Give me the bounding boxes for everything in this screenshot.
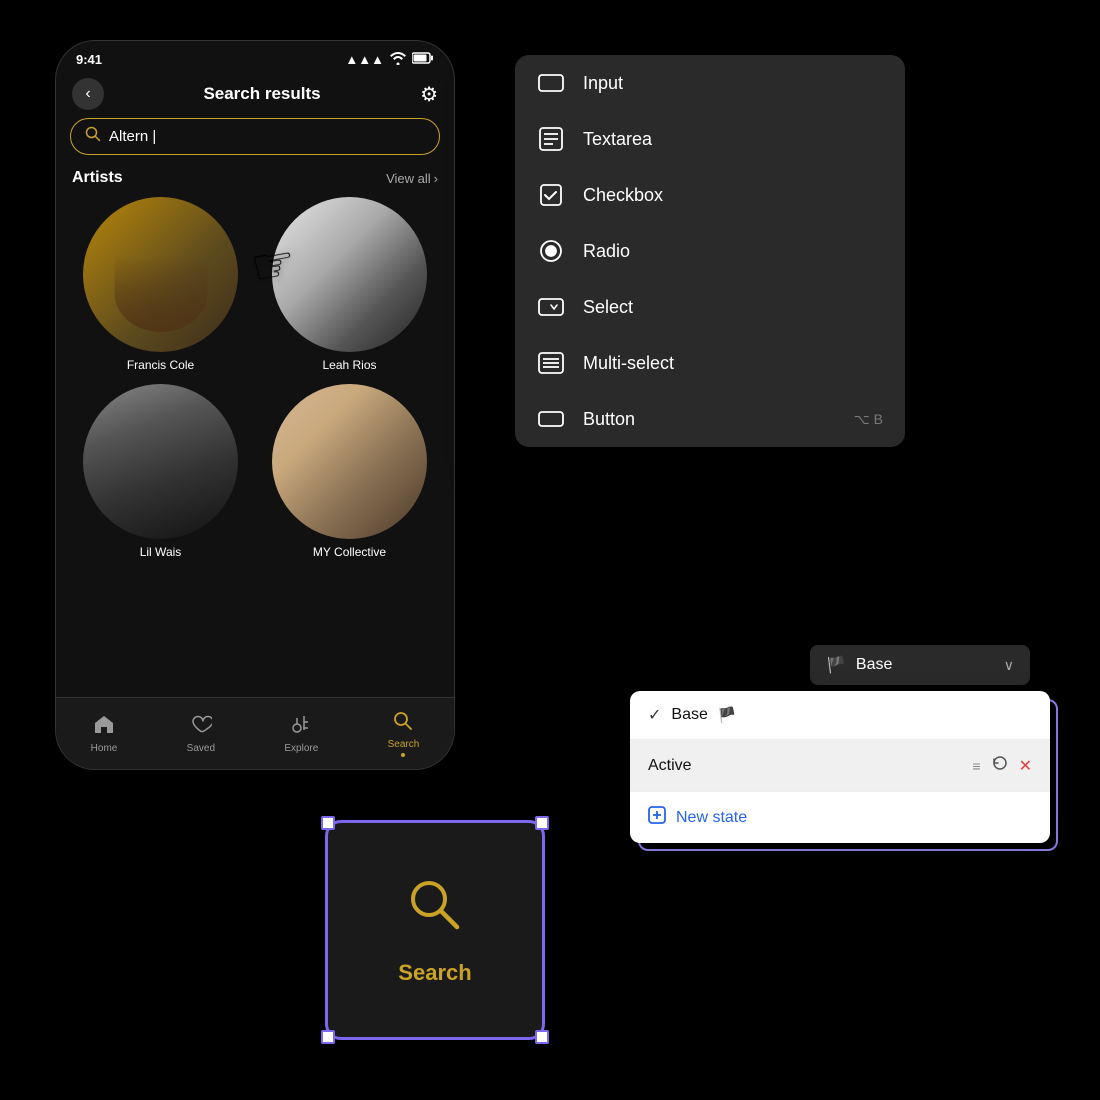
plus-icon (648, 806, 666, 829)
menu-item-input-label: Input (583, 73, 623, 94)
menu-item-radio-label: Radio (583, 241, 630, 262)
flag-state-icon: 🏴 (718, 706, 737, 724)
input-icon (537, 69, 565, 97)
drag-icon[interactable]: ≡ (972, 758, 980, 774)
flag-header-icon: 🏴 (826, 655, 846, 675)
menu-item-textarea-label: Textarea (583, 129, 652, 150)
settings-button[interactable]: ⚙ (420, 82, 438, 107)
menu-item-button[interactable]: Button ⌥ B (515, 391, 905, 447)
state-row-base[interactable]: ✓ Base 🏴 (630, 691, 1050, 740)
resize-handle-tr[interactable] (535, 816, 549, 830)
nav-home[interactable]: Home (91, 714, 118, 754)
menu-item-multiselect[interactable]: Multi-select (515, 335, 905, 391)
menu-item-checkbox[interactable]: Checkbox (515, 167, 905, 223)
resize-handle-tl[interactable] (321, 816, 335, 830)
menu-item-select[interactable]: Select (515, 279, 905, 335)
battery-icon (412, 52, 434, 67)
saved-icon (190, 714, 212, 740)
status-icons: ▲▲▲ (345, 51, 434, 68)
select-icon (537, 293, 565, 321)
button-shortcut: ⌥ B (854, 411, 883, 428)
nav-search-label: Search (388, 739, 420, 750)
search-icon (85, 126, 101, 147)
arrow-icon: › (434, 171, 438, 186)
artist-card-4[interactable]: MY Collective (261, 384, 438, 559)
nav-explore[interactable]: Explore (284, 714, 318, 754)
menu-item-checkbox-label: Checkbox (583, 185, 663, 206)
artist-card-1[interactable]: Francis Cole (72, 197, 249, 372)
back-icon: ‹ (85, 85, 90, 103)
home-icon (93, 714, 115, 740)
nav-home-label: Home (91, 743, 118, 754)
remove-state-button[interactable]: ✕ (1019, 756, 1032, 776)
state-list: ✓ Base 🏴 Active ≡ ✕ (630, 691, 1050, 843)
multiselect-icon (537, 349, 565, 377)
search-bar-container: Altern | (56, 118, 454, 167)
artist-avatar-1 (83, 197, 238, 352)
search-component-icon (405, 875, 465, 948)
menu-item-select-label: Select (583, 297, 633, 318)
menu-item-multiselect-label: Multi-select (583, 353, 674, 374)
time: 9:41 (76, 52, 102, 67)
signal-icon: ▲▲▲ (345, 52, 384, 67)
explore-icon (290, 714, 312, 740)
radio-icon (537, 237, 565, 265)
nav-saved[interactable]: Saved (187, 714, 215, 754)
search-component-label: Search (398, 960, 471, 986)
wifi-icon (389, 51, 407, 68)
state-panel: 🏴 Base ∨ ✓ Base 🏴 Active ≡ ✕ (630, 645, 1050, 843)
search-nav-icon (392, 710, 414, 736)
artist-avatar-4 (272, 384, 427, 539)
check-icon: ✓ (648, 705, 661, 725)
view-all-button[interactable]: View all › (386, 171, 438, 186)
artist-avatar-3 (83, 384, 238, 539)
artist-card-3[interactable]: Lil Wais (72, 384, 249, 559)
chevron-down-icon: ∨ (1004, 657, 1014, 674)
menu-item-button-label: Button (583, 409, 635, 430)
new-state-label: New state (676, 809, 747, 827)
textarea-icon (537, 125, 565, 153)
menu-item-textarea[interactable]: Textarea (515, 111, 905, 167)
state-dropdown-header[interactable]: 🏴 Base ∨ (810, 645, 1030, 685)
component-dropdown-menu: Input Textarea Checkbox (515, 55, 905, 447)
search-component-frame: Search (325, 820, 545, 1040)
artists-label: Artists (72, 169, 123, 187)
status-bar: 9:41 ▲▲▲ (56, 41, 454, 72)
menu-item-input[interactable]: Input (515, 55, 905, 111)
bottom-nav: Home Saved Explore (56, 697, 454, 769)
active-indicator (401, 753, 405, 757)
state-row-new[interactable]: New state (630, 792, 1050, 843)
state-header-label: Base (856, 656, 892, 674)
state-active-label: Active (648, 757, 692, 775)
search-input-bar[interactable]: Altern | (70, 118, 440, 155)
artist-name-3: Lil Wais (140, 545, 182, 559)
artist-name-4: MY Collective (313, 545, 386, 559)
phone-mockup: 9:41 ▲▲▲ ‹ Search results ⚙ (55, 40, 455, 770)
back-button[interactable]: ‹ (72, 78, 104, 110)
menu-item-radio[interactable]: Radio (515, 223, 905, 279)
state-row-active[interactable]: Active ≡ ✕ (630, 740, 1050, 792)
state-base-label: Base (671, 706, 707, 724)
resize-handle-bl[interactable] (321, 1030, 335, 1044)
nav-saved-label: Saved (187, 743, 215, 754)
reset-icon[interactable] (991, 754, 1009, 777)
artist-name-1: Francis Cole (127, 358, 194, 372)
artist-name-2: Leah Rios (322, 358, 376, 372)
page-title: Search results (203, 84, 320, 104)
search-input-value[interactable]: Altern | (109, 128, 156, 145)
resize-handle-br[interactable] (535, 1030, 549, 1044)
button-icon (537, 405, 565, 433)
artists-section-header: Artists View all › (56, 167, 454, 197)
checkbox-icon (537, 181, 565, 209)
nav-search[interactable]: Search (388, 710, 420, 757)
nav-explore-label: Explore (284, 743, 318, 754)
active-row-actions: ≡ ✕ (972, 754, 1032, 777)
phone-header: ‹ Search results ⚙ (56, 72, 454, 118)
